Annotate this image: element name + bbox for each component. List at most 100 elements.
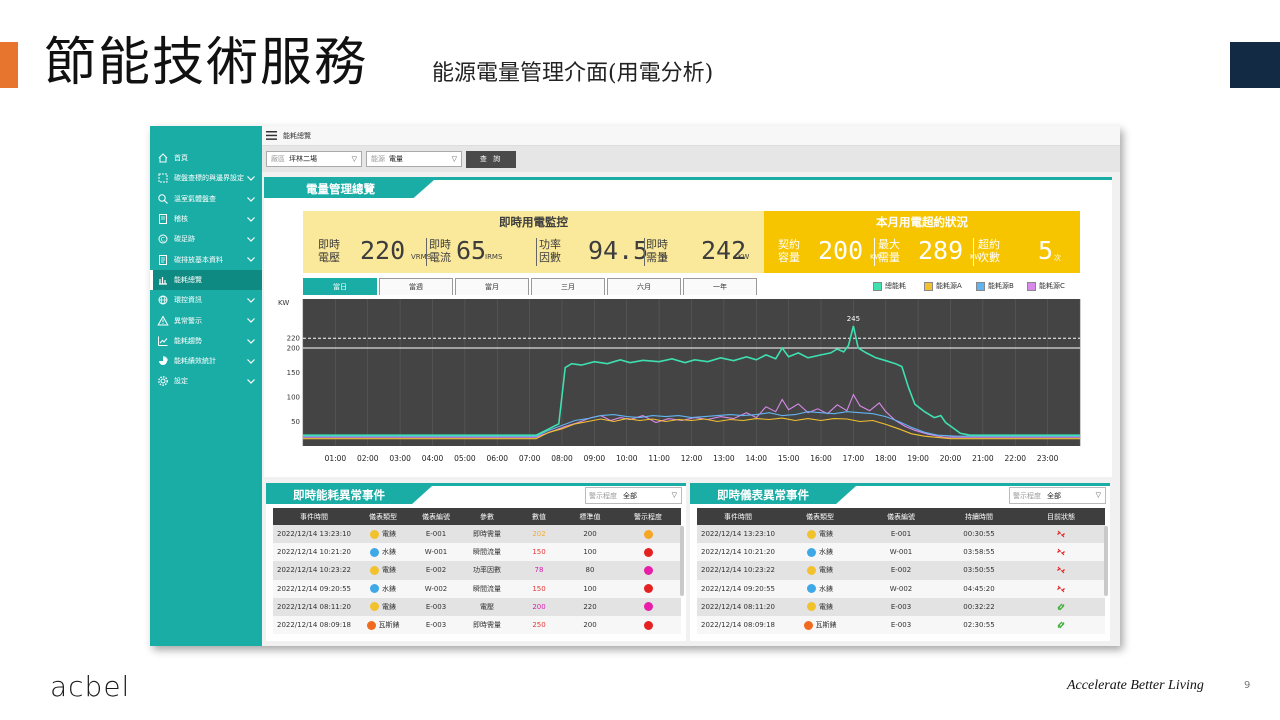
sidebar-item[interactable]: 能耗總覽 (150, 269, 262, 291)
energy-events-title: 即時能耗異常事件 (266, 486, 432, 504)
meter-type-label: 電錶 (819, 530, 833, 539)
table-row[interactable]: 2022/12/14 10:23:22 電錶 E-002 03:50:55 (697, 561, 1105, 580)
search-icon (157, 193, 169, 205)
hamburger-menu-icon[interactable] (266, 131, 277, 140)
chevron-down-icon[interactable] (245, 193, 257, 205)
meter-type-cell: 水錶 (779, 543, 861, 562)
water-meter-icon (807, 584, 816, 594)
range-tab[interactable]: 當日 (303, 278, 377, 295)
metric-value: 289 (918, 236, 964, 265)
range-tab[interactable]: 三月 (531, 278, 605, 295)
range-tab[interactable]: 當月 (455, 278, 529, 295)
x-tick-label: 21:00 (972, 454, 994, 463)
meter-id-cell: E-001 (861, 525, 941, 544)
y-tick-label: 220 (287, 335, 300, 343)
meter-id-cell: E-003 (411, 597, 461, 616)
table-row[interactable]: 2022/12/14 08:09:18 瓦斯錶 E-003 02:30:55 (697, 615, 1105, 635)
energy-dashboard-app: 首頁碳盤查標的與邊界設定溫室氣體盤查 稽核 C 碳足跡 碳排放基本資料 能耗總覽 環控資訊異… (150, 126, 1120, 646)
sidebar-item[interactable]: 稽核 (150, 209, 262, 229)
level-filter-label: 警示程度 (1013, 491, 1041, 500)
column-header[interactable]: 持續時間 (941, 508, 1017, 525)
energy-select[interactable]: 能源 電量 ▽ (366, 151, 462, 167)
footprint-icon: C (157, 233, 169, 245)
table-row[interactable]: 2022/12/14 08:11:20 電錶 E-003 00:32:22 (697, 597, 1105, 616)
scrollbar[interactable] (680, 526, 684, 596)
range-tab[interactable]: 當週 (379, 278, 453, 295)
sidebar-item[interactable]: 首頁 (150, 148, 262, 168)
table-row[interactable]: 2022/12/14 13:23:10 電錶 E-001 00:30:55 (697, 525, 1105, 544)
column-header[interactable]: 儀表類型 (355, 508, 411, 525)
column-header[interactable]: 數值 (513, 508, 565, 525)
chevron-down-icon[interactable] (245, 213, 257, 225)
meter-type-label: 電錶 (382, 530, 396, 539)
chevron-down-icon[interactable] (245, 253, 257, 265)
meter-id-cell: W-002 (411, 579, 461, 598)
chevron-down-icon[interactable] (245, 294, 257, 306)
meter-type-cell: 電錶 (355, 525, 411, 544)
metric-label: 即時電壓 (318, 238, 340, 264)
sidebar-item[interactable]: 能耗趨勢 (150, 331, 262, 351)
x-tick-label: 01:00 (325, 454, 347, 463)
water-meter-icon (807, 547, 816, 557)
sidebar-item-label: 碳盤查標的與邊界設定 (174, 174, 244, 183)
energy-select-label: 能源 (371, 155, 385, 163)
table-row[interactable]: 2022/12/14 13:23:10 電錶 E-001 即時需量 202 200 (273, 525, 681, 544)
parameter-cell: 瞬間流量 (461, 543, 513, 562)
sidebar-item[interactable]: 碳排放基本資料 (150, 249, 262, 269)
table-row[interactable]: 2022/12/14 08:09:18 瓦斯錶 E-003 即時需量 250 200 (273, 615, 681, 635)
divider (874, 238, 875, 266)
sidebar-item[interactable]: 溫室氣體盤查 (150, 189, 262, 209)
sidebar-item[interactable]: 環控資訊 (150, 290, 262, 310)
query-button[interactable]: 查 詢 (466, 150, 516, 168)
sidebar-item[interactable]: 碳盤查標的與邊界設定 (150, 168, 262, 188)
chevron-down-icon[interactable] (245, 172, 257, 184)
legend-item[interactable]: 能耗源B (976, 281, 1014, 291)
table-row[interactable]: 2022/12/14 10:21:20 水錶 W-001 03:58:55 (697, 543, 1105, 562)
legend-item[interactable]: 總能耗 (873, 281, 906, 291)
meter-id-cell: W-001 (861, 543, 941, 562)
column-header[interactable]: 事件時間 (697, 508, 779, 525)
column-header[interactable]: 警示程度 (615, 508, 681, 525)
y-axis-label: KW (278, 299, 289, 307)
electric-meter-icon (370, 565, 379, 575)
table-row[interactable]: 2022/12/14 09:20:55 水錶 W-002 04:45:20 (697, 579, 1105, 598)
metric: 契約容量 200 KW (778, 236, 888, 268)
column-header[interactable]: 事件時間 (273, 508, 355, 525)
chevron-down-icon[interactable] (245, 233, 257, 245)
scrollbar[interactable] (1104, 526, 1108, 596)
site-select[interactable]: 廠區 坪林二場 ▽ (266, 151, 362, 167)
x-tick-label: 18:00 (875, 454, 897, 463)
meter-events-panel: 即時儀表異常事件 警示程度 全部 ▽ 事件時間 儀表類型 儀表編號 持續時間 目前狀態 2… (690, 483, 1110, 641)
column-header[interactable]: 儀表編號 (411, 508, 461, 525)
legend-item[interactable]: 能耗源A (924, 281, 962, 291)
table-row[interactable]: 2022/12/14 09:20:55 水錶 W-002 瞬間流量 150 100 (273, 579, 681, 598)
column-header[interactable]: 儀表編號 (861, 508, 941, 525)
column-header[interactable]: 目前狀態 (1017, 508, 1105, 525)
chevron-down-icon[interactable] (245, 355, 257, 367)
legend-label: 總能耗 (885, 282, 906, 290)
column-header[interactable]: 儀表類型 (779, 508, 861, 525)
legend-item[interactable]: 能耗源C (1027, 281, 1065, 291)
energy-events-panel: 即時能耗異常事件 警示程度 全部 ▽ 事件時間 儀表類型 儀表編號 參數 數值 標準值 警示… (266, 483, 686, 641)
sidebar-item[interactable]: 設定 (150, 371, 262, 391)
range-tab[interactable]: 六月 (607, 278, 681, 295)
meter-type-label: 瓦斯錶 (815, 621, 837, 630)
metric-label: 契約容量 (778, 238, 800, 264)
table-row[interactable]: 2022/12/14 10:23:22 電錶 E-002 功率因數 78 80 (273, 561, 681, 580)
table-row[interactable]: 2022/12/14 08:11:20 電錶 E-003 電壓 200 220 (273, 597, 681, 616)
range-tab[interactable]: 一年 (683, 278, 757, 295)
chevron-down-icon[interactable] (245, 375, 257, 387)
table-header-row: 事件時間 儀表類型 儀表編號 持續時間 目前狀態 (697, 508, 1105, 525)
chevron-down-icon[interactable] (245, 335, 257, 347)
chevron-down-icon[interactable] (245, 314, 257, 326)
alert-level-cell (615, 525, 681, 544)
column-header[interactable]: 參數 (461, 508, 513, 525)
column-header[interactable]: 標準值 (565, 508, 615, 525)
sidebar-item[interactable]: 異常警示 (150, 310, 262, 330)
sidebar-item[interactable]: C 碳足跡 (150, 229, 262, 249)
sidebar-item[interactable]: 能耗績效統計 (150, 351, 262, 371)
energy-events-level-filter[interactable]: 警示程度 全部 ▽ (585, 487, 682, 504)
meter-events-level-filter[interactable]: 警示程度 全部 ▽ (1009, 487, 1106, 504)
table-row[interactable]: 2022/12/14 10:21:20 水錶 W-001 瞬間流量 150 100 (273, 543, 681, 562)
level-filter-value: 全部 (1047, 491, 1061, 500)
